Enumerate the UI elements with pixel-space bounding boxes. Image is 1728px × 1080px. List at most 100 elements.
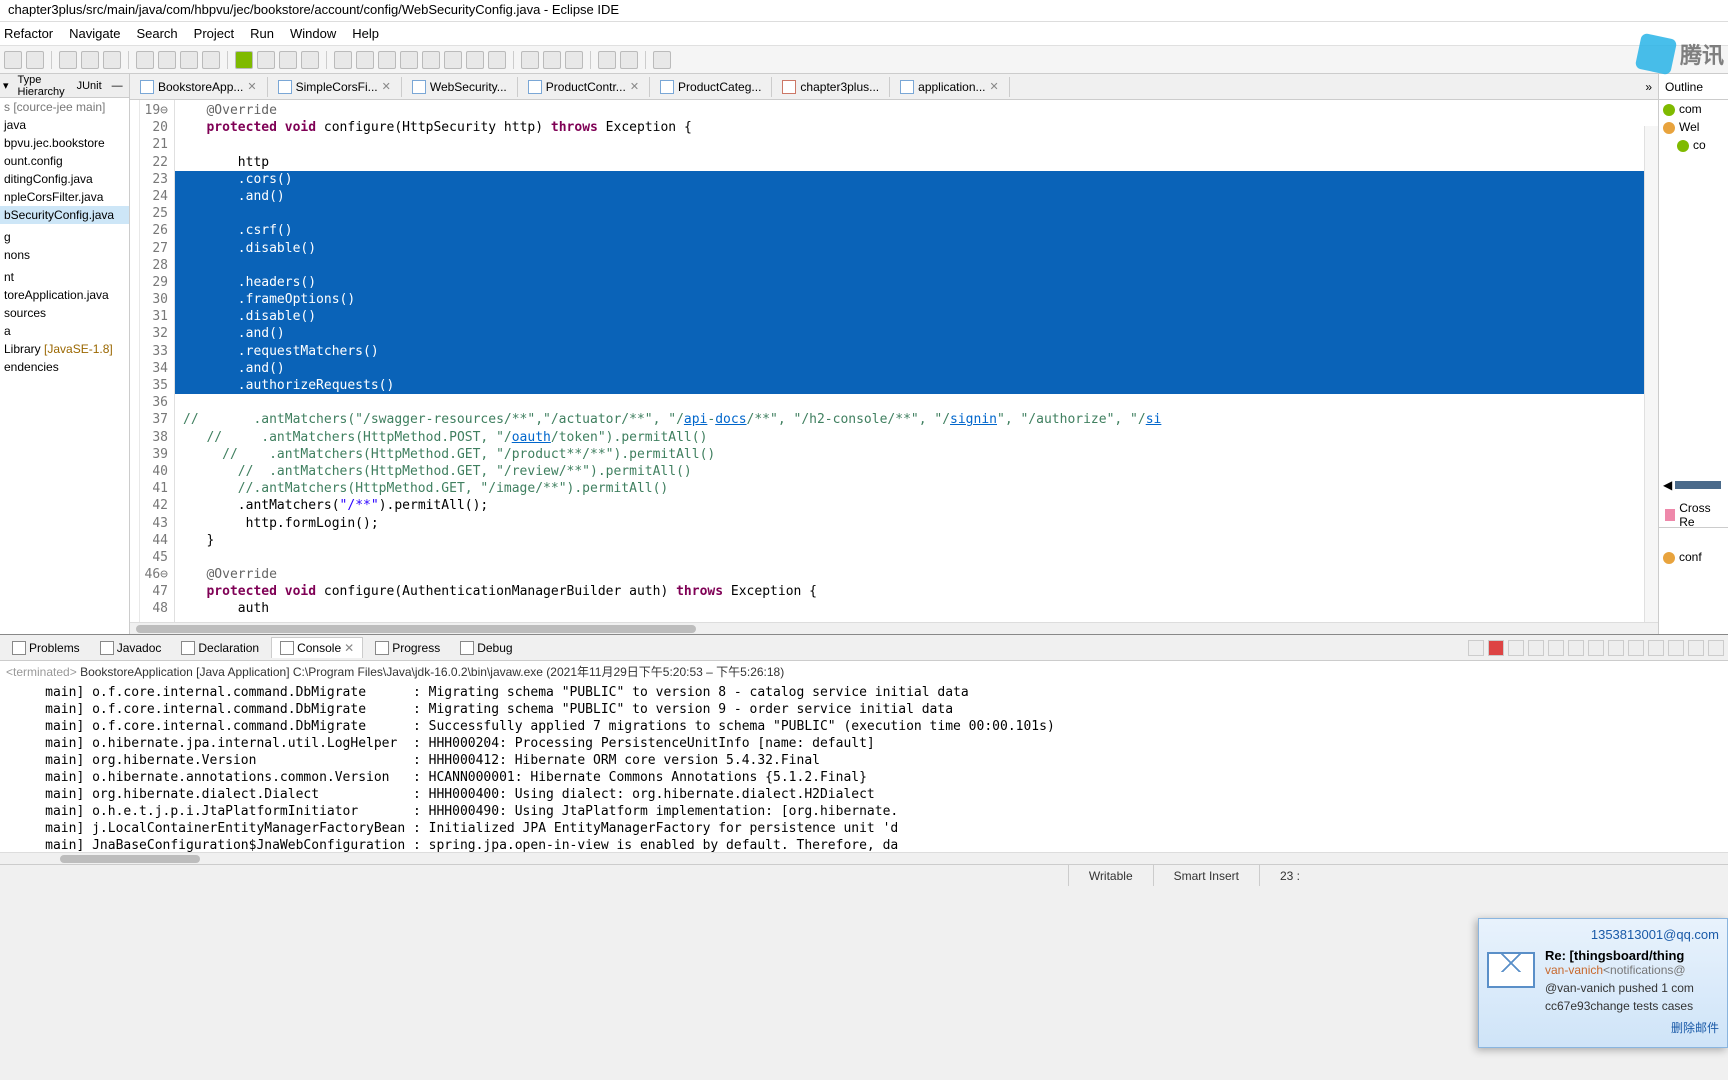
- toolbar-btn[interactable]: [26, 51, 44, 69]
- console-tool[interactable]: [1668, 640, 1684, 656]
- maximize-icon[interactable]: [1708, 640, 1724, 656]
- scrollbar-thumb[interactable]: [60, 855, 200, 863]
- outline-item[interactable]: Wel: [1659, 118, 1728, 136]
- code-line[interactable]: //.antMatchers(HttpMethod.GET, "/image/*…: [175, 480, 1658, 497]
- code-line[interactable]: .disable(): [175, 308, 1658, 325]
- code-line[interactable]: [175, 136, 1658, 153]
- tree-item[interactable]: ount.config: [0, 152, 129, 170]
- toolbar-btn[interactable]: [488, 51, 506, 69]
- minimize-icon[interactable]: —: [108, 80, 127, 92]
- toolbar-btn[interactable]: [334, 51, 352, 69]
- tab-console[interactable]: Console ✕: [271, 637, 363, 658]
- scroll-indicator[interactable]: [1675, 481, 1721, 489]
- left-arrow-icon[interactable]: ◀: [1663, 478, 1672, 492]
- toolbar-btn[interactable]: [59, 51, 77, 69]
- tree-item[interactable]: ditingConfig.java: [0, 170, 129, 188]
- code-line[interactable]: // .antMatchers(HttpMethod.GET, "/produc…: [175, 446, 1658, 463]
- console-output[interactable]: main] o.f.core.internal.command.DbMigrat…: [0, 682, 1728, 852]
- toolbar-btn[interactable]: [466, 51, 484, 69]
- tab-debug[interactable]: Debug: [452, 638, 520, 658]
- tab-junit[interactable]: JUnit: [71, 78, 108, 94]
- code-line[interactable]: .authorizeRequests(): [175, 377, 1658, 394]
- overview-ruler[interactable]: [1644, 126, 1658, 622]
- editor-tab[interactable]: chapter3plus...: [772, 77, 890, 97]
- toolbar-btn[interactable]: [4, 51, 22, 69]
- code-line[interactable]: .and(): [175, 325, 1658, 342]
- tree-item[interactable]: sources: [0, 304, 129, 322]
- mail-notification[interactable]: 1353813001@qq.com Re: [thingsboard/thing…: [1478, 918, 1728, 1048]
- toolbar-btn[interactable]: [378, 51, 396, 69]
- console-tool[interactable]: [1528, 640, 1544, 656]
- tab-progress[interactable]: Progress: [367, 638, 448, 658]
- tree-item[interactable]: a: [0, 322, 129, 340]
- editor-tab[interactable]: ProductCateg...: [650, 77, 772, 97]
- close-tab-icon[interactable]: ✕: [247, 80, 256, 93]
- menu-window[interactable]: Window: [290, 26, 336, 41]
- code-line[interactable]: // .antMatchers(HttpMethod.POST, "/oauth…: [175, 429, 1658, 446]
- console-tool[interactable]: [1588, 640, 1604, 656]
- tabs-overflow-icon[interactable]: »: [1639, 80, 1658, 94]
- tab-problems[interactable]: Problems: [4, 638, 88, 658]
- code-line[interactable]: [175, 549, 1658, 566]
- toolbar-btn[interactable]: [620, 51, 638, 69]
- code-area[interactable]: @Override protected void configure(HttpS…: [175, 100, 1658, 622]
- menu-help[interactable]: Help: [352, 26, 379, 41]
- code-line[interactable]: [175, 205, 1658, 222]
- menu-refactor[interactable]: Refactor: [4, 26, 53, 41]
- toolbar-btn[interactable]: [180, 51, 198, 69]
- code-line[interactable]: .requestMatchers(): [175, 343, 1658, 360]
- tree-dependencies[interactable]: endencies: [0, 358, 129, 376]
- tab-declaration[interactable]: Declaration: [173, 638, 267, 658]
- tab-type-hierarchy[interactable]: Type Hierarchy: [12, 74, 71, 100]
- toolbar-btn[interactable]: [521, 51, 539, 69]
- outline-item[interactable]: com: [1659, 100, 1728, 118]
- code-line[interactable]: [175, 394, 1658, 411]
- toolbar-btn[interactable]: [158, 51, 176, 69]
- toolbar-btn[interactable]: [653, 51, 671, 69]
- editor[interactable]: 19⊖2021222324252627282930313233343536373…: [130, 100, 1658, 622]
- toolbar-btn[interactable]: [598, 51, 616, 69]
- code-line[interactable]: .and(): [175, 188, 1658, 205]
- console-tool[interactable]: [1568, 640, 1584, 656]
- code-line[interactable]: .antMatchers("/**").permitAll();: [175, 497, 1658, 514]
- tree-item[interactable]: nons: [0, 246, 129, 264]
- editor-tab[interactable]: BookstoreApp...✕: [130, 77, 268, 97]
- console-tool[interactable]: [1468, 640, 1484, 656]
- code-line[interactable]: .cors(): [175, 171, 1658, 188]
- console-tool[interactable]: [1648, 640, 1664, 656]
- code-line[interactable]: .frameOptions(): [175, 291, 1658, 308]
- code-line[interactable]: [175, 257, 1658, 274]
- editor-tab[interactable]: WebSecurity...: [402, 77, 518, 97]
- close-tab-icon[interactable]: ✕: [382, 80, 391, 93]
- terminate-button[interactable]: [1488, 640, 1504, 656]
- code-line[interactable]: @Override: [175, 102, 1658, 119]
- notif-delete-link[interactable]: 删除邮件: [1487, 1019, 1719, 1036]
- code-line[interactable]: @Override: [175, 566, 1658, 583]
- editor-tab[interactable]: ProductContr...✕: [518, 77, 650, 97]
- menu-search[interactable]: Search: [136, 26, 177, 41]
- outline-item[interactable]: co: [1659, 136, 1728, 154]
- tree-jre[interactable]: Library [JavaSE-1.8]: [0, 340, 129, 358]
- run-button[interactable]: [235, 51, 253, 69]
- console-tool[interactable]: [1628, 640, 1644, 656]
- code-line[interactable]: // .antMatchers("/swagger-resources/**",…: [175, 411, 1658, 428]
- menu-run[interactable]: Run: [250, 26, 274, 41]
- toolbar-btn[interactable]: [422, 51, 440, 69]
- console-tool[interactable]: [1548, 640, 1564, 656]
- toolbar-btn[interactable]: [136, 51, 154, 69]
- scrollbar-thumb[interactable]: [136, 625, 696, 633]
- toolbar-btn[interactable]: [356, 51, 374, 69]
- code-line[interactable]: .headers(): [175, 274, 1658, 291]
- minimize-icon[interactable]: [1688, 640, 1704, 656]
- console-tool[interactable]: [1508, 640, 1524, 656]
- tree-item[interactable]: java: [0, 116, 129, 134]
- code-line[interactable]: protected void configure(AuthenticationM…: [175, 583, 1658, 600]
- toolbar-btn[interactable]: [279, 51, 297, 69]
- code-line[interactable]: .disable(): [175, 240, 1658, 257]
- editor-tab[interactable]: application...✕: [890, 77, 1010, 97]
- tree-item[interactable]: g: [0, 228, 129, 246]
- code-line[interactable]: http.formLogin();: [175, 515, 1658, 532]
- tree-item[interactable]: bSecurityConfig.java: [0, 206, 129, 224]
- tree-item[interactable]: toreApplication.java: [0, 286, 129, 304]
- toolbar-btn[interactable]: [444, 51, 462, 69]
